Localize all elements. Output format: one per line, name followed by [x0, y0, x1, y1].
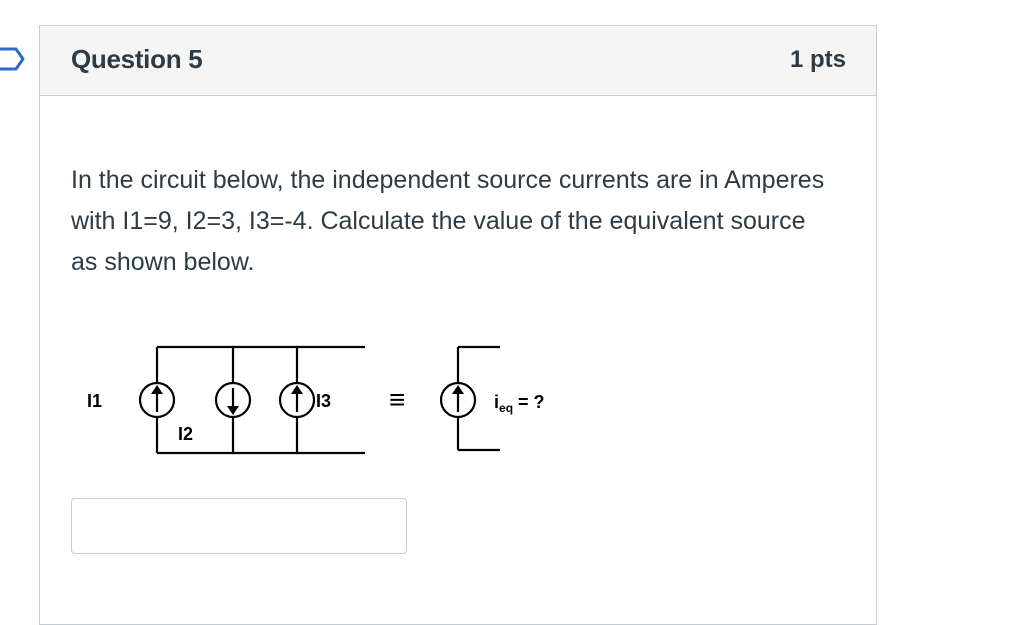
question-header: Question 5 1 pts — [40, 26, 876, 96]
label-i2: I2 — [178, 424, 193, 444]
question-points: 1 pts — [789, 46, 846, 73]
equivalence-symbol: ≡ — [389, 384, 405, 415]
circuit-diagram: I1 I2 I3 ≡ ieq = ? — [87, 345, 545, 455]
source-i1 — [138, 381, 176, 419]
answer-input[interactable] — [71, 498, 407, 554]
label-i1: I1 — [87, 391, 102, 411]
label-ieq: ieq = ? — [494, 392, 545, 415]
question-text: In the circuit below, the independent so… — [71, 166, 825, 276]
question-card: Question 5 1 pts In the circuit below, t… — [39, 25, 877, 625]
question-title: Question 5 — [71, 44, 203, 74]
label-i3: I3 — [316, 391, 331, 411]
source-i3 — [278, 381, 316, 419]
source-i2 — [214, 381, 252, 419]
flag-question-icon[interactable] — [0, 45, 26, 73]
source-ieq — [439, 381, 477, 419]
